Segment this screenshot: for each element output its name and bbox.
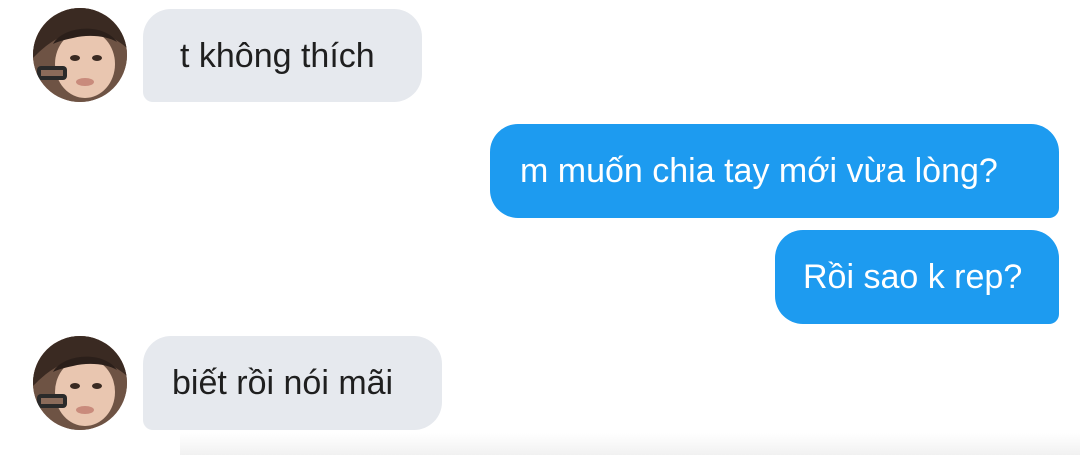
message-text: biết rồi nói mãi — [172, 364, 394, 402]
avatar-photo — [33, 336, 127, 430]
chat-thread: t không thích m muốn chia tay mới vừa lò… — [0, 0, 1080, 455]
sender-avatar[interactable] — [33, 8, 127, 102]
sender-avatar[interactable] — [33, 336, 127, 430]
message-bubble-incoming[interactable]: biết rồi nói mãi — [143, 336, 442, 430]
message-text: t không thích — [180, 36, 375, 75]
bottom-shadow — [180, 433, 1080, 455]
message-text: m muốn chia tay mới vừa lòng? — [520, 152, 998, 190]
avatar-photo — [33, 8, 127, 102]
message-bubble-outgoing[interactable]: m muốn chia tay mới vừa lòng? — [490, 124, 1059, 218]
message-bubble-outgoing[interactable]: Rồi sao k rep? — [775, 230, 1059, 324]
message-bubble-incoming[interactable]: t không thích — [143, 9, 422, 102]
message-text: Rồi sao k rep? — [803, 258, 1023, 296]
